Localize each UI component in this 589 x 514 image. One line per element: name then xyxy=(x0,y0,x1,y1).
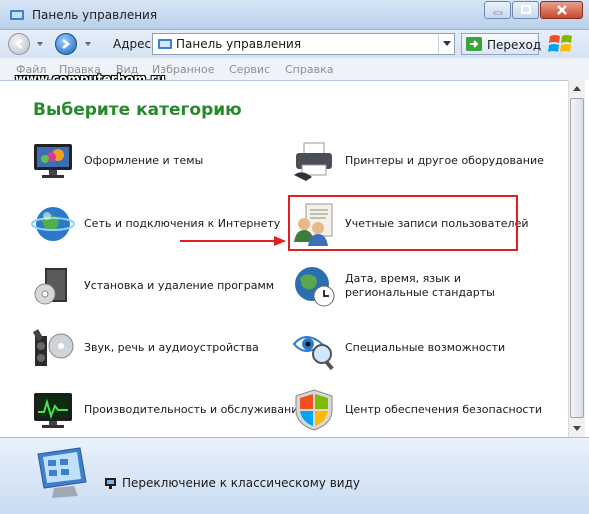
category-security[interactable]: Центр обеспечения безопасности xyxy=(292,388,542,432)
date-time-globe-icon xyxy=(295,267,335,307)
switch-view-arrow-icon xyxy=(105,478,116,489)
maximize-button[interactable] xyxy=(512,1,539,19)
minimize-button[interactable] xyxy=(484,1,511,19)
title-bar: Панель управления xyxy=(0,0,589,30)
go-button[interactable]: Переход xyxy=(461,33,542,55)
category-printers[interactable]: Принтеры и другое оборудование xyxy=(292,139,544,183)
sound-speakers-icon xyxy=(32,329,74,366)
security-shield-icon xyxy=(295,389,333,431)
minimize-icon xyxy=(493,11,502,15)
install-programs-box-icon xyxy=(34,268,67,305)
chevron-down-icon xyxy=(442,41,451,46)
address-toolbar: Адрес: Панель управления Переход xyxy=(0,30,589,58)
address-value: Панель управления xyxy=(176,37,302,51)
category-datetime-label: Дата, время, язык и региональные стандар… xyxy=(345,272,495,299)
control-panel-icon xyxy=(10,10,24,20)
category-sound[interactable]: Звук, речь и аудиоустройства xyxy=(31,326,259,370)
scroll-down-button[interactable] xyxy=(569,420,585,437)
scroll-down-icon xyxy=(573,425,581,431)
category-programs[interactable]: Установка и удаление программ xyxy=(31,264,274,308)
vertical-scrollbar[interactable] xyxy=(568,80,585,437)
scroll-up-icon xyxy=(573,85,581,91)
address-field[interactable]: Панель управления xyxy=(152,33,455,55)
category-appearance-label: Оформление и темы xyxy=(84,154,204,167)
category-performance[interactable]: Производительность и обслуживание xyxy=(31,388,305,432)
scroll-up-button[interactable] xyxy=(569,80,585,97)
category-datetime[interactable]: Дата, время, язык и региональные стандар… xyxy=(292,264,535,308)
switch-classic-view-link[interactable]: Переключение к классическому виду xyxy=(122,476,360,490)
accessibility-eye-icon xyxy=(292,336,334,370)
window-title: Панель управления xyxy=(32,8,158,22)
category-programs-label: Установка и удаление программ xyxy=(84,279,275,292)
category-network-label: Сеть и подключения к Интернету xyxy=(84,217,281,230)
close-icon xyxy=(556,5,567,15)
category-printers-label: Принтеры и другое оборудование xyxy=(345,154,544,167)
printer-icon xyxy=(294,142,332,181)
go-arrow-icon xyxy=(466,37,482,51)
category-performance-label: Производительность и обслуживание xyxy=(84,403,306,416)
classic-view-panel: Переключение к классическому виду xyxy=(0,437,589,514)
back-arrow-icon xyxy=(14,39,23,49)
appearance-themes-icon xyxy=(34,144,72,178)
menu-help[interactable]: Справка xyxy=(285,63,333,76)
scrollbar-thumb[interactable] xyxy=(570,98,584,418)
menu-tools[interactable]: Сервис xyxy=(229,63,270,76)
address-dropdown[interactable] xyxy=(438,34,454,54)
network-globe-icon xyxy=(31,207,75,241)
forward-arrow-icon xyxy=(62,39,71,49)
control-panel-small-icon xyxy=(158,39,172,49)
address-label: Адрес: xyxy=(113,37,156,51)
back-history-dropdown-icon[interactable] xyxy=(36,39,44,49)
go-label: Переход xyxy=(487,38,542,52)
windows-logo-icon xyxy=(548,35,572,52)
maximize-icon xyxy=(520,5,531,14)
category-sound-label: Звук, речь и аудиоустройства xyxy=(84,341,259,354)
performance-monitor-icon xyxy=(34,393,72,428)
page-heading: Выберите категорию xyxy=(33,100,242,120)
category-appearance[interactable]: Оформление и темы xyxy=(31,139,203,183)
annotation-arrow xyxy=(180,236,286,246)
category-panel: Выберите категорию Оформление и темы Сет… xyxy=(0,80,568,437)
back-button[interactable] xyxy=(8,33,30,55)
forward-history-dropdown-icon[interactable] xyxy=(84,39,92,49)
category-accessibility[interactable]: Специальные возможности xyxy=(292,326,505,370)
category-accessibility-label: Специальные возможности xyxy=(345,341,506,354)
category-security-label: Центр обеспечения безопасности xyxy=(345,403,543,416)
annotation-highlight-box xyxy=(288,195,518,251)
close-button[interactable] xyxy=(540,1,583,19)
control-panel-monitor-icon xyxy=(37,447,87,498)
forward-button[interactable] xyxy=(55,33,77,55)
